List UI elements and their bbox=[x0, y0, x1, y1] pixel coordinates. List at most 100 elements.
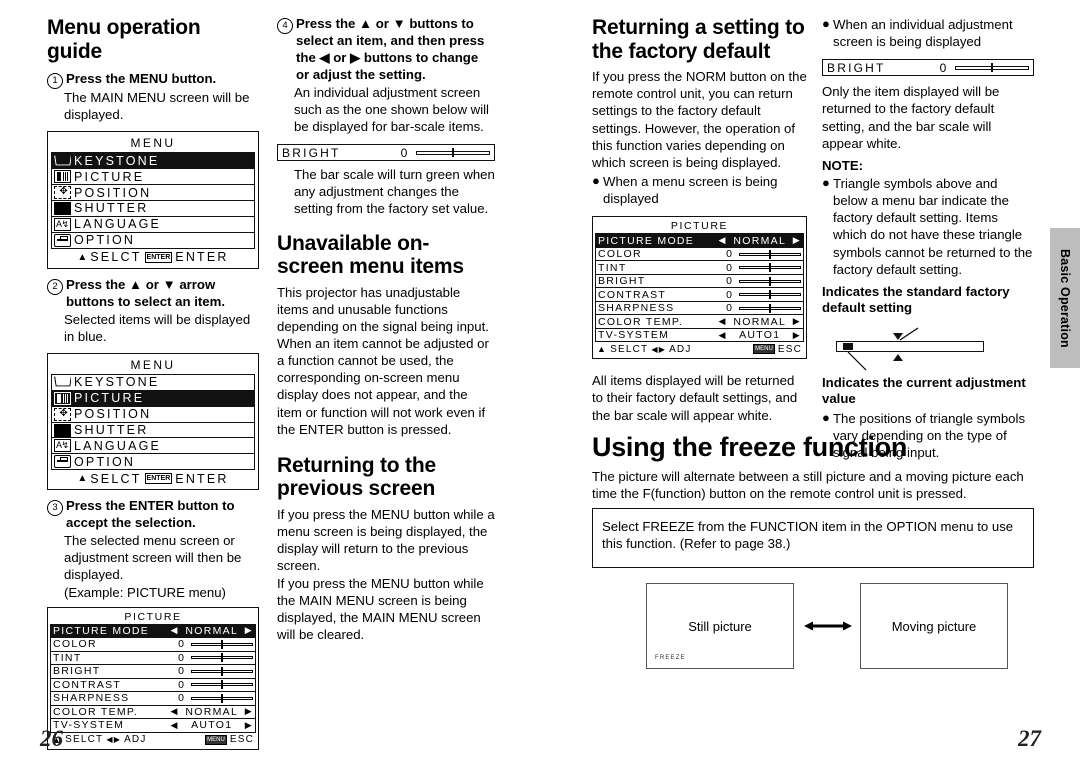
bar-scale[interactable] bbox=[955, 63, 1029, 73]
osd-item-picture[interactable]: PICTURE bbox=[51, 168, 255, 186]
osd-row-label: SHARPNESS bbox=[53, 692, 130, 705]
osd-item-language[interactable]: LANGUAGE bbox=[51, 437, 255, 455]
right-arrow-icon: ▶ bbox=[244, 719, 253, 730]
bar-scale[interactable] bbox=[739, 290, 801, 300]
osd-row-tint[interactable]: TINT 0 bbox=[595, 260, 804, 275]
step-1: 1 Press the MENU button. bbox=[47, 71, 259, 90]
osd-row-label: TV-SYSTEM bbox=[598, 329, 670, 342]
osd-row-value: NORMAL bbox=[733, 315, 787, 328]
bullet-text: When a menu screen is being displayed bbox=[603, 173, 778, 207]
osd-row-tv-system[interactable]: TV-SYSTEM ◀ AUTO1 ▶ bbox=[595, 327, 804, 343]
current-value-marker bbox=[843, 342, 853, 350]
osd-footer-select: SELCT bbox=[610, 343, 649, 355]
bar-scale[interactable] bbox=[739, 249, 801, 259]
osd-item-shutter[interactable]: SHUTTER bbox=[51, 421, 255, 439]
step-4-bold: Press the ▲ or ▼ buttons to select an it… bbox=[296, 16, 485, 82]
body-all-items-returned: All items displayed will be returned to … bbox=[592, 373, 798, 423]
osd-row-value: NORMAL bbox=[733, 234, 787, 247]
osd-row-tint[interactable]: TINT 0 bbox=[50, 650, 256, 666]
osd-item-picture[interactable]: PICTURE bbox=[51, 389, 255, 407]
note-heading: NOTE: bbox=[822, 157, 864, 173]
freeze-boxed-note-text: Select FREEZE from the FUNCTION item in … bbox=[602, 519, 1014, 552]
bar-scale[interactable] bbox=[416, 148, 490, 158]
osd-item-position[interactable]: POSITION bbox=[51, 405, 255, 423]
osd-row-picture-mode[interactable]: PICTURE MODE ◀ NORMAL ▶ bbox=[50, 623, 256, 639]
body-only-item-returned: Only the item displayed will be returned… bbox=[822, 84, 1000, 151]
body-previous-screen-b: If you press the MENU button while the M… bbox=[277, 575, 484, 643]
bar-scale[interactable] bbox=[191, 639, 253, 649]
osd-row-label: COLOR bbox=[598, 248, 642, 261]
heading-factory-default: Returning a setting to the factory defau… bbox=[592, 16, 805, 63]
freeze-boxed-note: Select FREEZE from the FUNCTION item in … bbox=[592, 508, 1034, 568]
updown-arrow-icon: ▲ bbox=[77, 251, 88, 263]
osd-main-menu-2[interactable]: MENU KEYSTONE PICTURE POSITION SHUTTER L… bbox=[47, 352, 259, 491]
osd-row-tv-system[interactable]: TV-SYSTEM ◀ AUTO1 ▶ bbox=[50, 718, 256, 733]
osd-row-value: 0 bbox=[726, 302, 732, 315]
osd-row-contrast[interactable]: CONTRAST 0 bbox=[50, 677, 256, 693]
osd-row-value: 0 bbox=[178, 692, 184, 705]
osd-row-value: NORMAL bbox=[185, 624, 239, 637]
keystone-icon bbox=[54, 376, 71, 389]
osd-item-option[interactable]: OPTION bbox=[51, 231, 255, 249]
freeze-diagram: Still picture FREEZE Moving picture bbox=[646, 583, 1036, 673]
left-arrow-icon: ◀ bbox=[718, 235, 727, 246]
osd-picture-menu-1[interactable]: PICTURE PICTURE MODE ◀ NORMAL ▶ COLOR 0 … bbox=[47, 606, 259, 750]
osd-item-keystone[interactable]: KEYSTONE bbox=[51, 373, 255, 391]
bar-scale[interactable] bbox=[191, 653, 253, 663]
osd-item-keystone[interactable]: KEYSTONE bbox=[51, 152, 255, 170]
bullet-dot-icon: ● bbox=[822, 16, 830, 31]
bar-scale[interactable] bbox=[191, 680, 253, 690]
triangle-symbol-diagram bbox=[822, 321, 1034, 373]
osd-row-value: 0 bbox=[726, 248, 732, 261]
osd-item-position[interactable]: POSITION bbox=[51, 184, 255, 202]
osd-row-label: TINT bbox=[598, 261, 627, 274]
column-one: Menu operation guide 1 Press the MENU bu… bbox=[47, 16, 259, 750]
triangle-down-icon bbox=[893, 332, 903, 340]
osd-item-label: KEYSTONE bbox=[74, 153, 160, 168]
step-number: 1 bbox=[47, 73, 63, 90]
bar-scale[interactable] bbox=[739, 276, 801, 286]
language-icon bbox=[54, 439, 71, 453]
bar-scale[interactable] bbox=[191, 666, 253, 676]
osd-row-contrast[interactable]: CONTRAST 0 bbox=[595, 287, 804, 302]
osd-row-color[interactable]: COLOR 0 bbox=[595, 246, 804, 262]
osd-row-bright[interactable]: BRIGHT 0 bbox=[595, 273, 804, 289]
osd-row-bright[interactable]: BRIGHT 0 bbox=[50, 664, 256, 679]
bar-scale[interactable] bbox=[739, 303, 801, 313]
osd-item-shutter[interactable]: SHUTTER bbox=[51, 199, 255, 217]
osd-item-label: LANGUAGE bbox=[74, 217, 162, 232]
osd-bright-adjustment-bar-1[interactable]: BRIGHT 0 bbox=[277, 144, 495, 162]
osd-row-color-temp[interactable]: COLOR TEMP. ◀ NORMAL ▶ bbox=[595, 314, 804, 329]
osd-row-value: 0 bbox=[178, 678, 184, 691]
freeze-section: Using the freeze function The picture wi… bbox=[592, 432, 1034, 503]
option-icon bbox=[54, 233, 71, 247]
bar-scale[interactable] bbox=[739, 263, 801, 273]
heading-previous-screen: Returning to the previous screen bbox=[277, 453, 436, 501]
osd-row-label: BRIGHT bbox=[53, 665, 101, 678]
osd-row-color[interactable]: COLOR 0 bbox=[50, 637, 256, 652]
page-title: Menu operation guide bbox=[47, 16, 201, 63]
osd-footer-select: SELCT bbox=[65, 734, 104, 746]
osd-row-picture-mode[interactable]: PICTURE MODE ◀ NORMAL ▶ bbox=[595, 233, 804, 248]
updown-arrow-icon: ▲ bbox=[597, 344, 608, 355]
still-picture-label: Still picture bbox=[688, 618, 752, 634]
step-2: 2 Press the ▲ or ▼ arrow buttons to sele… bbox=[47, 277, 259, 311]
heading-unavailable-items: Unavailable on-screen menu items bbox=[277, 231, 464, 279]
side-tab-basic-operation: Basic Operation bbox=[1050, 228, 1080, 368]
osd-item-label: OPTION bbox=[74, 454, 136, 469]
osd-bright-adjustment-bar-2[interactable]: BRIGHT 0 bbox=[822, 59, 1034, 77]
bar-scale[interactable] bbox=[191, 693, 253, 703]
body-factory-default: If you press the NORM button on the remo… bbox=[592, 69, 807, 170]
osd-row-value: 0 bbox=[726, 288, 732, 301]
osd-bright-value: 0 bbox=[400, 145, 408, 160]
page-number-right: 27 bbox=[1018, 726, 1041, 751]
osd-main-menu-1[interactable]: MENU KEYSTONE PICTURE POSITION SHUTTER L… bbox=[47, 131, 259, 269]
osd-title: PICTURE bbox=[124, 610, 182, 623]
osd-picture-menu-2[interactable]: PICTURE PICTURE MODE ◀ NORMAL ▶ COLOR 0 … bbox=[592, 216, 807, 360]
osd-row-sharpness[interactable]: SHARPNESS 0 bbox=[50, 691, 256, 706]
osd-row-color-temp[interactable]: COLOR TEMP. ◀ NORMAL ▶ bbox=[50, 704, 256, 720]
osd-row-sharpness[interactable]: SHARPNESS 0 bbox=[595, 300, 804, 316]
osd-item-option[interactable]: OPTION bbox=[51, 453, 255, 471]
step-1-bold: Press the MENU button. bbox=[66, 71, 217, 87]
osd-item-language[interactable]: LANGUAGE bbox=[51, 215, 255, 233]
